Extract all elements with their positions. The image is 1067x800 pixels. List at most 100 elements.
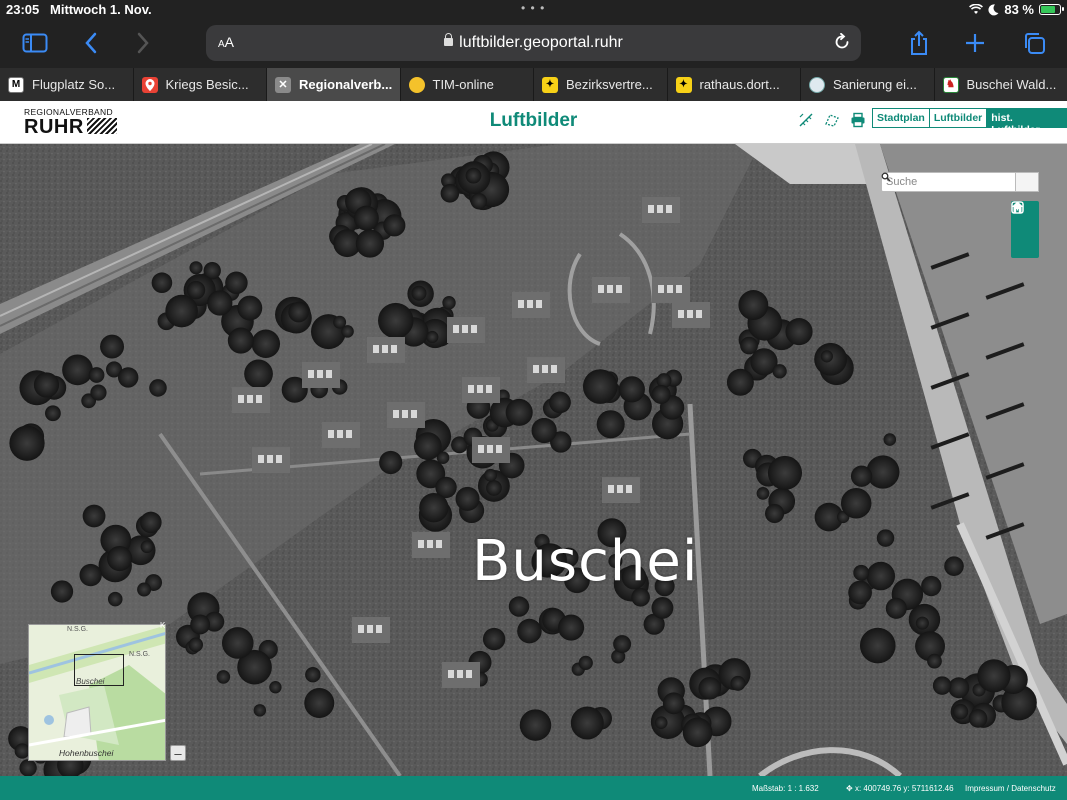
tree-canopy [885, 597, 907, 619]
bunker-group [412, 532, 450, 558]
eagle-coat-of-arms-icon: ✦ [675, 76, 692, 93]
tree-canopy [149, 379, 167, 397]
measure-area-icon[interactable] [824, 112, 840, 128]
sidebar-icon[interactable] [20, 28, 50, 58]
status-time: 23:05 [6, 2, 40, 17]
tree-canopy [378, 302, 414, 339]
minimap-place-label: Buschei [76, 677, 105, 686]
impressum-datenschutz-link[interactable]: Impressum / Datenschutz [965, 784, 1056, 793]
status-bar: 23:05 Mittwoch 1. Nov. • • • 83 % [0, 0, 1067, 20]
metro-m-icon: M [8, 76, 24, 93]
zoom-out-icon[interactable] [1011, 201, 1039, 255]
reload-icon[interactable] [833, 32, 851, 56]
share-icon[interactable] [904, 28, 934, 58]
tree-canopy [190, 614, 211, 635]
tree-canopy [269, 681, 282, 694]
browser-tab[interactable]: ✦ rathaus.dort... [668, 68, 801, 101]
bunker-group [512, 292, 550, 318]
view-hist-luftbilder-button[interactable]: hist. Luftbilder [987, 109, 1066, 136]
aerial-map[interactable]: Buschei N.S.G. N.S.G. Busc [0, 144, 1067, 776]
browser-tab[interactable]: ♞ Buschei Wald... [935, 68, 1067, 101]
tree-canopy [756, 487, 770, 500]
multitasking-dots[interactable]: • • • [521, 1, 545, 15]
tree-canopy [613, 635, 632, 654]
print-icon[interactable] [850, 112, 866, 128]
tree-canopy [840, 488, 872, 519]
tree-canopy [772, 364, 787, 379]
tabs-overview-icon[interactable] [1019, 28, 1049, 58]
minimap-label: N.S.G. [67, 626, 89, 633]
tab-label: Flugplatz So... [32, 77, 116, 92]
bunker-group [462, 377, 500, 403]
browser-tab[interactable]: TIM-online [401, 68, 534, 101]
tree-canopy [582, 369, 618, 404]
eagle-coat-of-arms-icon: ✦ [542, 76, 558, 93]
view-luftbilder-button[interactable]: Luftbilder [929, 109, 988, 127]
tree-canopy [738, 290, 769, 320]
tree-canopy [470, 192, 488, 210]
view-stadtplan-button[interactable]: Stadtplan [873, 109, 930, 127]
tree-canopy [62, 354, 93, 386]
tree-canopy [876, 529, 895, 547]
tree-canopy [558, 614, 585, 641]
wifi-icon [969, 4, 984, 14]
tree-canopy [944, 556, 964, 576]
bunker-group [302, 362, 340, 388]
measure-line-icon[interactable] [798, 112, 814, 128]
tree-canopy [921, 575, 942, 597]
tree-canopy [662, 692, 685, 715]
search-icon[interactable] [881, 172, 1039, 192]
battery-icon [1039, 4, 1064, 15]
bunker-group [322, 422, 360, 448]
tree-canopy [253, 704, 267, 717]
tab-label: TIM-online [432, 77, 494, 92]
tree-canopy [411, 285, 427, 301]
tree-canopy [465, 167, 482, 184]
tree-canopy [486, 480, 502, 496]
tree-canopy [765, 503, 785, 524]
browser-tab[interactable]: Kriegs Besic... [134, 68, 267, 101]
tree-canopy [883, 433, 897, 446]
crosshair-icon: ✥ [846, 784, 853, 793]
tab-label: Bezirksvertre... [566, 77, 653, 92]
map-controls [1011, 201, 1039, 258]
tree-canopy [82, 504, 106, 528]
new-tab-icon[interactable] [960, 28, 990, 58]
tree-canopy [915, 616, 929, 630]
bunker-group [472, 437, 510, 463]
address-bar[interactable]: AA luftbilder.geoportal.ruhr [206, 25, 861, 61]
overview-minimap[interactable]: N.S.G. N.S.G. Buschei Hohenbuschei [28, 624, 166, 761]
url-text: luftbilder.geoportal.ruhr [459, 34, 623, 51]
rvr-logo[interactable]: REGIONALVERBAND RUHR [24, 107, 117, 139]
browser-tab[interactable]: Sanierung ei... [801, 68, 935, 101]
tree-canopy [848, 580, 872, 605]
bunker-group [352, 617, 390, 643]
tree-canopy [9, 425, 45, 461]
tree-canopy [216, 670, 231, 684]
search-input[interactable] [881, 172, 1016, 192]
tree-canopy [137, 582, 152, 597]
bunker-group [232, 387, 270, 413]
tree-canopy [237, 295, 263, 321]
tree-canopy [859, 627, 896, 664]
tree-canopy [968, 709, 988, 728]
forward-icon[interactable] [128, 28, 158, 58]
tree-canopy [549, 391, 571, 414]
tree-canopy [654, 716, 668, 729]
tree-canopy [117, 367, 139, 388]
logo-hatch-icon [86, 117, 117, 134]
browser-tab[interactable]: ✦ Bezirksvertre... [534, 68, 668, 101]
coordinate-text: x: 400749.76 y: 5711612.46 [854, 784, 954, 793]
back-icon[interactable] [76, 28, 106, 58]
browser-tab-active[interactable]: ✕ Regionalverb... [267, 68, 401, 101]
tree-canopy [618, 376, 645, 403]
tree-canopy [151, 272, 173, 294]
browser-tab[interactable]: M Flugplatz So... [0, 68, 134, 101]
tree-canopy [355, 229, 385, 258]
tree-canopy [505, 398, 533, 426]
zoom-in-icon[interactable] [1011, 201, 1039, 237]
battery-percent: 83 % [1004, 2, 1034, 17]
tree-canopy [508, 596, 530, 617]
close-tab-icon[interactable]: ✕ [275, 76, 291, 93]
minimap-collapse-button[interactable]: – [170, 745, 186, 761]
